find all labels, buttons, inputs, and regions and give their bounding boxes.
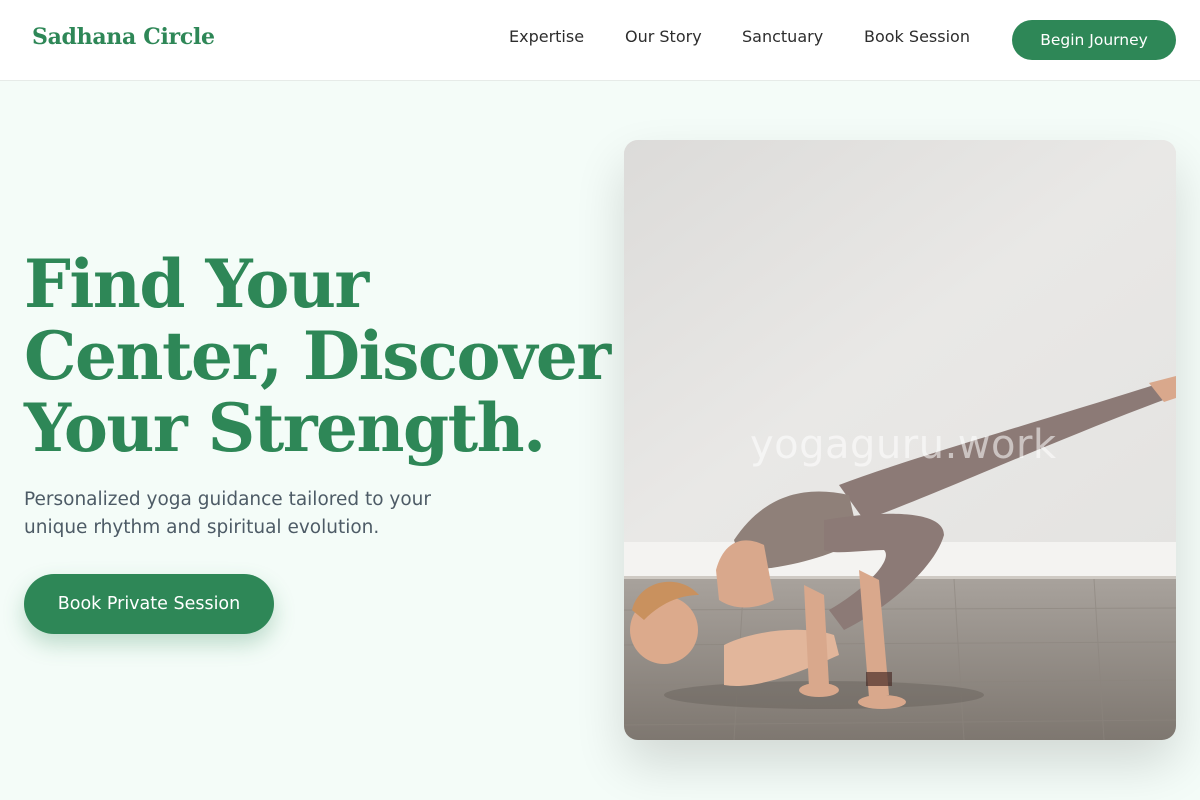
book-private-session-button[interactable]: Book Private Session — [24, 574, 274, 634]
nav-link-book-session[interactable]: Book Session — [864, 27, 970, 46]
subtext-line-2: unique rhythm and spiritual evolution. — [24, 517, 380, 538]
headline-line-3: Your Strength. — [24, 389, 546, 467]
watermark-text: yogaguru.work — [750, 422, 1057, 468]
begin-journey-button[interactable]: Begin Journey — [1012, 20, 1176, 60]
site-header: Sadhana Circle Expertise Our Story Sanct… — [0, 0, 1200, 81]
yoga-pose-photo: yogaguru.work — [624, 140, 1176, 740]
subtext-line-1: Personalized yoga guidance tailored to y… — [24, 489, 432, 510]
nav-link-our-story[interactable]: Our Story — [625, 27, 702, 46]
hero-subtext: Personalized yoga guidance tailored to y… — [24, 486, 494, 542]
nav-link-sanctuary[interactable]: Sanctuary — [742, 27, 823, 46]
headline-line-2: Center, Discover — [24, 317, 611, 395]
headline-line-1: Find Your — [24, 245, 369, 323]
hero-headline: Find Your Center, Discover Your Strength… — [24, 248, 614, 464]
site-logo[interactable]: Sadhana Circle — [32, 24, 215, 50]
nav-link-expertise[interactable]: Expertise — [509, 27, 584, 46]
